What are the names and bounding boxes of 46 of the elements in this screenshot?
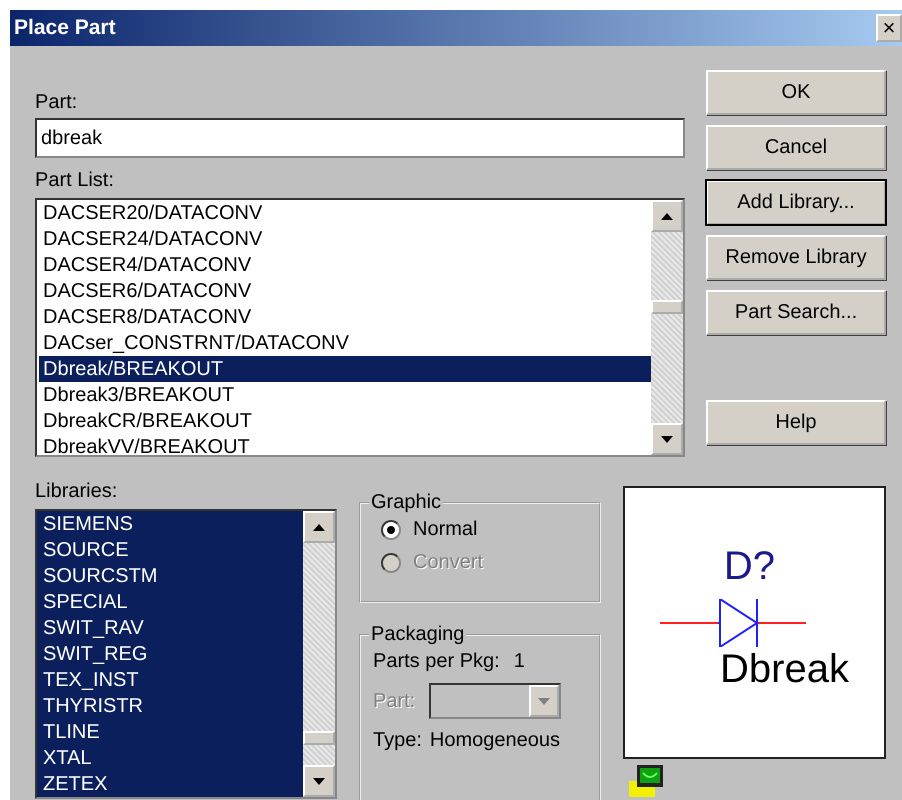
scroll-up-icon (661, 212, 673, 220)
part-list-item[interactable]: DACSER8/DATACONV (39, 304, 651, 330)
part-select-label: Part: (373, 690, 416, 712)
reference-designator: D? (724, 544, 776, 589)
part-list-item[interactable]: Dbreak3/BREAKOUT (39, 382, 651, 408)
radio-option[interactable]: Normal (381, 518, 589, 541)
window-title: Place Part (13, 16, 116, 40)
part-list-item[interactable]: DACSER4/DATACONV (39, 252, 651, 278)
dialog-button[interactable]: Help (706, 400, 886, 445)
graphic-title: Graphic (370, 491, 442, 514)
scroll-up-button[interactable] (303, 511, 335, 543)
packaging-title: Packaging (370, 623, 466, 646)
dialog-button[interactable]: Cancel (706, 125, 886, 170)
part-list-item[interactable]: DbreakVV/BREAKOUT (39, 434, 651, 455)
part-list-label: Part List: (35, 168, 114, 192)
scroll-thumb[interactable] (303, 731, 335, 745)
scrollbar[interactable] (651, 200, 683, 455)
scroll-down-button[interactable] (651, 423, 683, 455)
monitor-icon[interactable] (629, 765, 663, 797)
scroll-up-icon (313, 524, 325, 530)
close-button[interactable]: × (876, 14, 902, 42)
type-label: Type: (373, 729, 422, 752)
part-list-item[interactable]: Dbreak/BREAKOUT (39, 356, 651, 382)
parts-per-pkg-label: Parts per Pkg: (373, 650, 500, 673)
part-list-item[interactable]: DACSER6/DATACONV (39, 278, 651, 304)
part-label: Part: (35, 90, 78, 114)
libraries-label: Libraries: (35, 480, 118, 502)
dialog-button[interactable]: OK (706, 70, 886, 115)
dropdown-arrow-icon (538, 698, 550, 704)
dialog-button[interactable]: Remove Library (706, 235, 886, 280)
dialog-button[interactable]: Add Library... (706, 180, 886, 225)
scroll-down-icon (313, 778, 325, 784)
dialog-button[interactable]: Part Search... (706, 290, 886, 335)
type-value: Homogeneous (430, 729, 560, 752)
part-list-item[interactable]: DbreakCR/BREAKOUT (39, 408, 651, 434)
part-name: Dbreak (720, 647, 849, 692)
scroll-thumb[interactable] (651, 300, 683, 314)
part-list-item[interactable]: DACser_CONSTRNT/DATACONV (39, 330, 651, 356)
part-field[interactable]: dbreak (35, 118, 685, 158)
scroll-down-button[interactable] (303, 765, 335, 797)
part-list-item[interactable]: DACSER20/DATACONV (39, 200, 651, 226)
scroll-up-button[interactable] (651, 200, 683, 232)
parts-per-pkg-value: 1 (514, 650, 525, 673)
scrollbar[interactable] (303, 511, 335, 797)
part-list-item[interactable]: DACSER24/DATACONV (39, 226, 651, 252)
scroll-down-icon (661, 436, 673, 442)
